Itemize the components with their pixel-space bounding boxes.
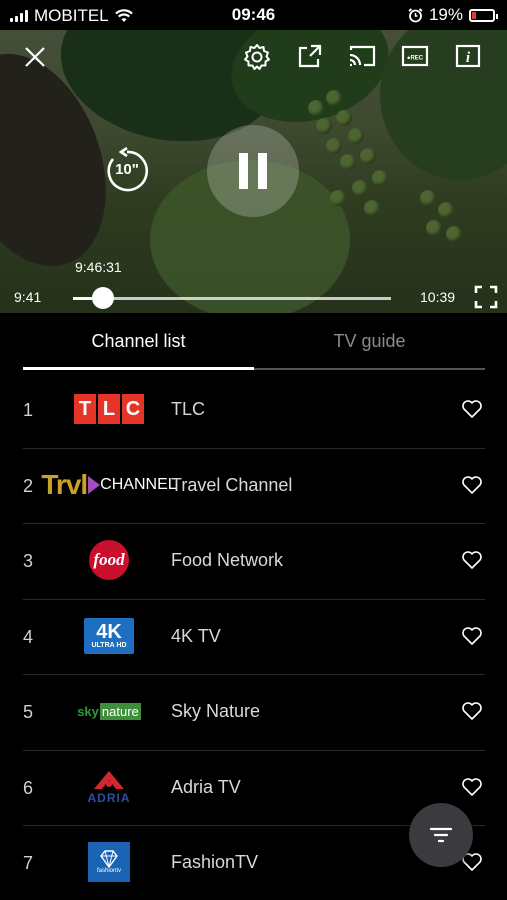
cast-icon xyxy=(349,45,376,67)
share-button[interactable] xyxy=(296,42,324,70)
favorite-heart-icon[interactable] xyxy=(461,626,483,646)
channel-logo-fashiontv: fashiontv xyxy=(73,838,145,886)
channel-row[interactable]: 3 food Food Network xyxy=(0,524,507,600)
share-icon xyxy=(298,44,322,68)
cast-button[interactable] xyxy=(347,42,377,70)
pause-button[interactable] xyxy=(207,125,299,217)
tlc-logo-letter: T xyxy=(74,394,96,424)
info-icon: i xyxy=(455,44,481,68)
filter-button[interactable] xyxy=(409,803,473,867)
trvl-logo-sub: CHANNEL xyxy=(100,475,177,493)
rewind-10-button[interactable]: 10" xyxy=(103,147,151,195)
channel-logo-adria: ADRIA xyxy=(73,763,145,811)
close-button[interactable] xyxy=(20,42,50,72)
channel-name: TLC xyxy=(171,399,206,419)
rec-icon: ●REC xyxy=(401,45,429,67)
fullscreen-button[interactable] xyxy=(474,285,498,309)
record-button[interactable]: ●REC xyxy=(401,42,429,70)
food-logo: food xyxy=(89,540,129,580)
channel-name: Adria TV xyxy=(171,776,241,797)
diamond-icon xyxy=(100,850,118,868)
tlc-logo: TLC xyxy=(74,394,144,424)
rewind-label: 10" xyxy=(115,161,139,178)
adria-logo-text: ADRIA xyxy=(87,790,131,805)
info-button[interactable]: i xyxy=(454,42,482,70)
seek-thumb[interactable] xyxy=(92,287,114,309)
channel-row[interactable]: 2 Trvl CHANNEL Travel Channel xyxy=(0,449,507,524)
channel-logo-4k: 4K ULTRA HD xyxy=(73,612,145,660)
favorite-heart-icon[interactable] xyxy=(461,399,483,419)
channel-number: 4 xyxy=(23,626,34,647)
channel-number: 3 xyxy=(23,551,34,571)
trvl-triangle-icon xyxy=(88,475,101,494)
trvl-logo-text: Trvl xyxy=(41,468,88,500)
channel-name: Sky Nature xyxy=(171,701,261,721)
channel-name: Travel Channel xyxy=(171,474,293,495)
svg-text:i: i xyxy=(466,50,471,66)
4k-logo-sub: ULTRA HD xyxy=(91,642,127,649)
svg-text:●REC: ●REC xyxy=(407,56,424,62)
sky-nature-logo: sky nature xyxy=(77,702,141,720)
sky-logo-text: sky xyxy=(77,703,99,719)
status-bar: MOBITEL 09:46 19% xyxy=(0,0,507,30)
tab-channel-list[interactable]: Channel list xyxy=(23,331,254,352)
4k-logo: 4K ULTRA HD xyxy=(84,617,134,654)
channel-number: 2 xyxy=(23,475,34,496)
channel-logo-food: food xyxy=(73,536,145,584)
favorite-heart-icon[interactable] xyxy=(461,777,483,797)
nature-logo-text: nature xyxy=(99,702,141,720)
channel-number: 7 xyxy=(23,853,34,873)
channel-name: Food Network xyxy=(171,550,284,570)
status-right: 19% xyxy=(408,5,498,25)
time-end: 10:39 xyxy=(420,289,456,305)
tlc-logo-letter: C xyxy=(122,394,144,424)
battery-icon xyxy=(469,8,498,22)
tab-bar: Channel list TV guide xyxy=(0,313,507,373)
fullscreen-icon xyxy=(474,285,498,309)
settings-icon xyxy=(244,44,270,70)
fashiontv-logo: fashiontv xyxy=(88,842,130,882)
channel-name: 4K TV xyxy=(171,625,221,646)
tab-tv-guide[interactable]: TV guide xyxy=(254,331,485,352)
fashiontv-logo-text: fashiontv xyxy=(96,868,121,874)
settings-button[interactable] xyxy=(242,42,272,72)
favorite-heart-icon[interactable] xyxy=(461,701,483,721)
channel-row[interactable]: 4 4K ULTRA HD 4K TV xyxy=(0,600,507,675)
favorite-heart-icon[interactable] xyxy=(461,475,483,495)
alarm-icon xyxy=(408,7,423,22)
battery-label: 19% xyxy=(428,5,463,24)
video-player[interactable]: ●REC i 10" 9:46:31 9:41 10:39 xyxy=(0,30,507,313)
channel-name: FashionTV xyxy=(171,852,259,872)
time-start: 9:41 xyxy=(14,289,42,305)
channel-row[interactable]: 5 sky nature Sky Nature xyxy=(0,675,507,751)
channel-row[interactable]: 1 TLC TLC xyxy=(0,373,507,449)
tlc-logo-letter: L xyxy=(98,394,120,424)
channel-logo-travel: Trvl CHANNEL xyxy=(41,461,176,509)
channel-number: 1 xyxy=(23,400,34,420)
tab-active-indicator xyxy=(23,367,254,370)
channel-logo-tlc: TLC xyxy=(73,385,145,433)
seek-time-tooltip: 9:46:31 xyxy=(75,259,122,275)
4k-logo-text: 4K xyxy=(96,621,122,643)
channel-number: 6 xyxy=(23,777,34,798)
battery-fill xyxy=(472,11,476,19)
pause-icon xyxy=(239,153,267,189)
favorite-heart-icon[interactable] xyxy=(461,550,483,570)
seek-bar[interactable] xyxy=(73,297,391,300)
close-icon xyxy=(25,47,45,67)
adria-logo: ADRIA xyxy=(88,769,131,805)
trvl-logo: Trvl xyxy=(41,468,101,500)
channel-number: 5 xyxy=(23,702,34,722)
filter-icon xyxy=(429,827,453,843)
channel-logo-sky-nature: sky nature xyxy=(73,687,145,735)
adria-mark-icon xyxy=(94,770,124,789)
